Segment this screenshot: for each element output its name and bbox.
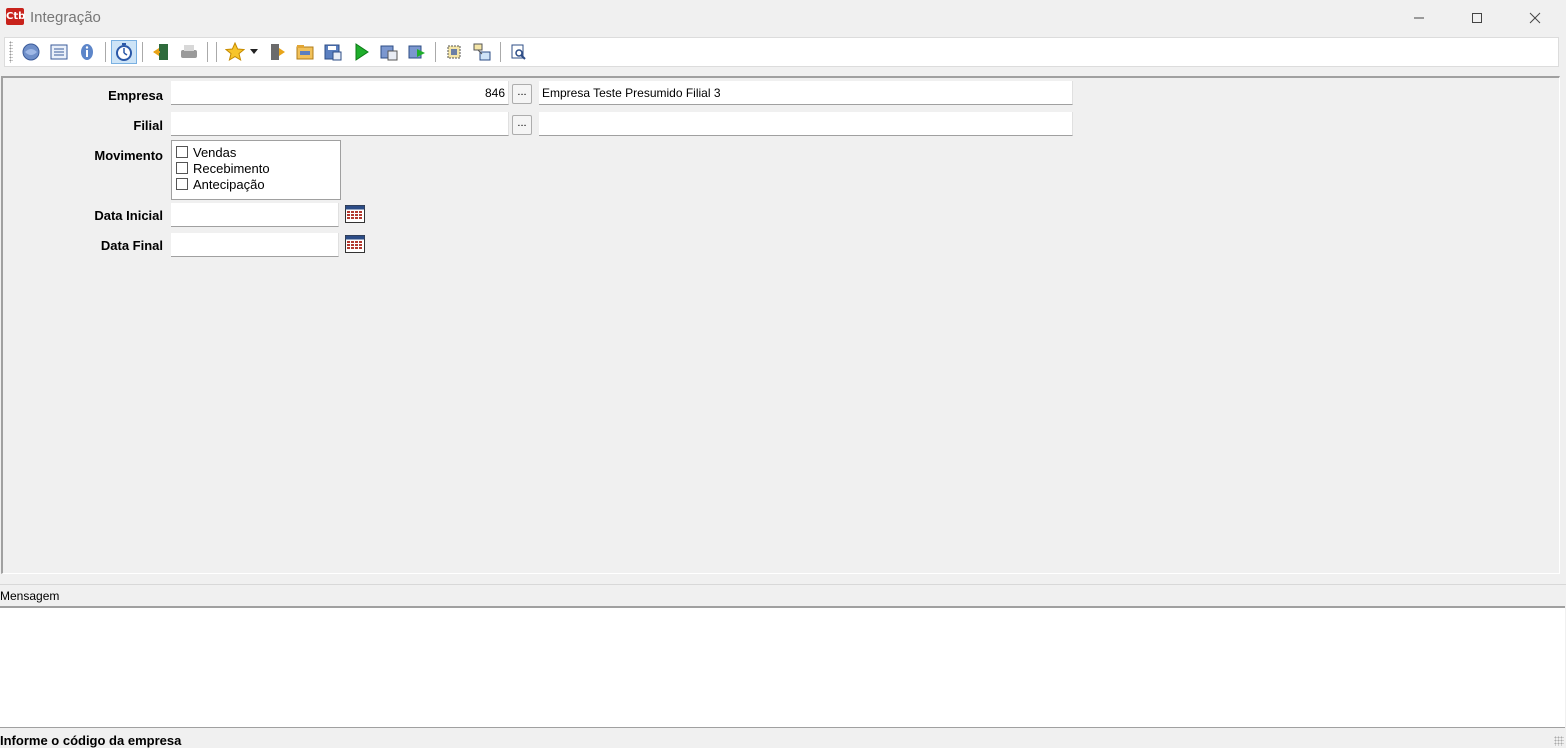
- maximize-button[interactable]: [1448, 0, 1506, 36]
- movimento-option-recebimento[interactable]: Recebimento: [176, 160, 336, 176]
- help-button[interactable]: [18, 40, 44, 64]
- timer-button[interactable]: [111, 40, 137, 64]
- filter-icon: [473, 43, 491, 61]
- checkbox[interactable]: [176, 178, 188, 190]
- save-button[interactable]: [320, 40, 346, 64]
- message-box[interactable]: [0, 606, 1565, 728]
- filial-code-input[interactable]: [171, 112, 509, 136]
- exit-button[interactable]: [148, 40, 174, 64]
- select-area-button[interactable]: [441, 40, 467, 64]
- filial-label: Filial: [133, 118, 163, 133]
- movimento-label: Movimento: [94, 148, 163, 163]
- preview-button[interactable]: [506, 40, 532, 64]
- run-play-icon: [355, 43, 369, 61]
- empresa-lookup-button[interactable]: ...: [512, 84, 532, 104]
- resize-grip[interactable]: [1554, 736, 1564, 746]
- export-icon: [408, 45, 425, 59]
- toolbar-separator: [216, 42, 217, 62]
- favorites-dropdown[interactable]: [249, 40, 259, 64]
- info-icon: [81, 44, 93, 60]
- data-inicial-input[interactable]: [171, 203, 339, 227]
- form-panel: Empresa 846 ... Empresa Teste Presumido …: [1, 76, 1560, 574]
- select-area-icon: [447, 45, 461, 59]
- checkbox-label: Recebimento: [193, 160, 270, 176]
- data-inicial-label: Data Inicial: [94, 208, 163, 223]
- run-button[interactable]: [348, 40, 374, 64]
- help-globe-icon: [22, 43, 40, 61]
- movimento-option-antecipacao[interactable]: Antecipação: [176, 176, 336, 192]
- import-icon: [380, 45, 398, 61]
- exit-icon: [153, 44, 168, 60]
- print-icon: [181, 45, 197, 58]
- import-button[interactable]: [376, 40, 402, 64]
- print-button[interactable]: [176, 40, 202, 64]
- empresa-label: Empresa: [108, 88, 163, 103]
- filter-button[interactable]: [469, 40, 495, 64]
- status-bar-text: Informe o código da empresa: [0, 733, 182, 748]
- toolbar: [4, 37, 1559, 67]
- checkbox-label: Antecipação: [193, 176, 265, 192]
- chevron-down-icon: [250, 49, 258, 54]
- data-final-input[interactable]: [171, 233, 339, 257]
- movimento-checkbox-group: Vendas Recebimento Antecipação: [171, 140, 341, 200]
- data-final-label: Data Final: [100, 238, 163, 253]
- window-title: Integração: [30, 9, 101, 26]
- open-folder-button[interactable]: [292, 40, 318, 64]
- toolbar-separator: [435, 42, 436, 62]
- favorites-button[interactable]: [222, 40, 248, 64]
- door-exit-icon: [271, 44, 285, 60]
- toolbar-separator: [207, 42, 208, 62]
- data-inicial-calendar-icon[interactable]: [345, 205, 365, 223]
- close-icon: [1529, 12, 1541, 24]
- title-bar: Ctb Integração: [0, 0, 1566, 36]
- filial-lookup-button[interactable]: ...: [512, 115, 532, 135]
- filial-name-input[interactable]: [539, 112, 1073, 136]
- checkbox[interactable]: [176, 162, 188, 174]
- list-view-button[interactable]: [46, 40, 72, 64]
- integracao-window: Ctb Integração Empresa 846 ... Empresa T…: [0, 0, 1566, 748]
- toolbar-separator: [105, 42, 106, 62]
- info-button[interactable]: [74, 40, 100, 64]
- minimize-icon: [1414, 17, 1424, 19]
- preview-icon: [511, 44, 526, 60]
- folder-icon: [296, 45, 314, 60]
- maximize-icon: [1472, 13, 1482, 23]
- timer-icon: [116, 43, 132, 61]
- checkbox-label: Vendas: [193, 144, 237, 160]
- favorites-star-icon: [225, 42, 245, 62]
- data-final-calendar-icon[interactable]: [345, 235, 365, 253]
- minimize-button[interactable]: [1390, 0, 1448, 36]
- close-button[interactable]: [1506, 0, 1564, 36]
- message-panel-header: Mensagem: [0, 584, 1566, 606]
- toolbar-separator: [500, 42, 501, 62]
- toolbar-grip[interactable]: [9, 41, 13, 63]
- toolbar-separator: [142, 42, 143, 62]
- empresa-name-input[interactable]: Empresa Teste Presumido Filial 3: [539, 81, 1073, 105]
- export-button[interactable]: [404, 40, 430, 64]
- checkbox[interactable]: [176, 146, 188, 158]
- app-logo-icon: Ctb: [6, 8, 25, 25]
- empresa-code-input[interactable]: 846: [171, 81, 509, 105]
- list-view-icon: [50, 44, 68, 60]
- save-disk-icon: [324, 44, 342, 61]
- movimento-option-vendas[interactable]: Vendas: [176, 144, 336, 160]
- door-exit-button[interactable]: [264, 40, 290, 64]
